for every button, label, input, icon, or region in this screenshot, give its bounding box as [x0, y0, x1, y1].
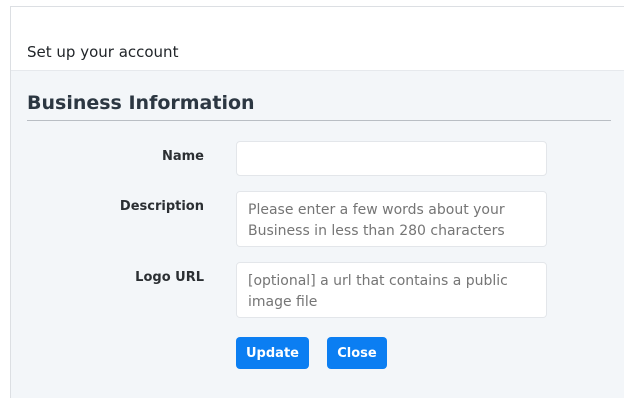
section-divider — [27, 120, 611, 121]
name-label: Name — [161, 149, 204, 164]
name-input[interactable] — [236, 141, 547, 176]
account-setup-modal: Set up your account Business Information… — [10, 6, 624, 398]
modal-title: Set up your account — [27, 43, 179, 61]
description-label: Description — [119, 199, 204, 214]
update-button[interactable]: Update — [236, 337, 309, 369]
section-title: Business Information — [27, 92, 255, 114]
logo-url-input[interactable] — [236, 262, 547, 318]
description-input[interactable] — [236, 191, 547, 247]
logo-url-label: Logo URL — [135, 270, 204, 285]
modal-header: Set up your account — [11, 7, 624, 71]
close-button[interactable]: Close — [327, 337, 387, 369]
